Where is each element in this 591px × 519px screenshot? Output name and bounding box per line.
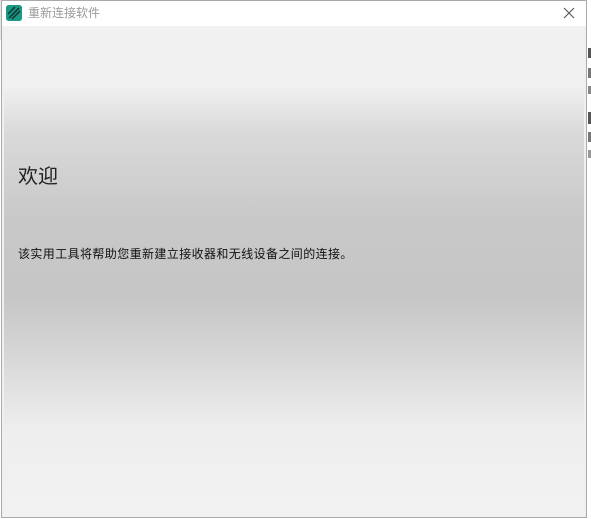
close-button[interactable] [558,3,580,23]
welcome-heading: 欢迎 [18,164,58,188]
close-icon [563,4,575,23]
wizard-content-panel: 欢迎 该实用工具将帮助您重新建立接收器和无线设备之间的连接。 [4,26,584,517]
title-bar[interactable]: 重新连接软件 [2,1,586,26]
app-logo-icon [6,5,22,21]
welcome-description: 该实用工具将帮助您重新建立接收器和无线设备之间的连接。 [18,247,353,261]
reconnect-dialog: 重新连接软件 欢迎 该实用工具将帮助您重新建立接收器和无线设备之间的连接。 [1,0,587,518]
desktop: 重新连接软件 欢迎 该实用工具将帮助您重新建立接收器和无线设备之间的连接。 [0,0,591,519]
window-title: 重新连接软件 [28,6,101,20]
